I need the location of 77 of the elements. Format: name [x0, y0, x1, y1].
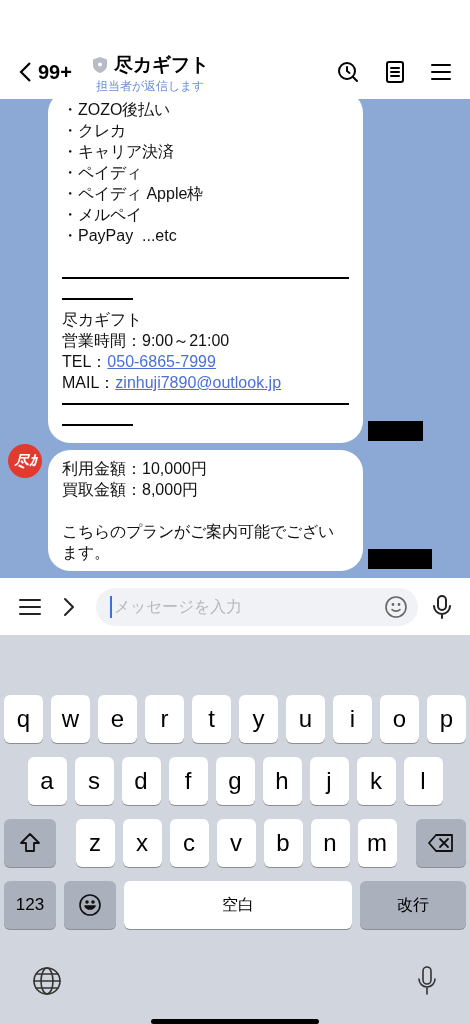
backspace-key[interactable]	[416, 818, 466, 867]
search-button[interactable]	[336, 59, 360, 84]
message-text: 利用金額：10,000円	[62, 459, 208, 480]
globe-button[interactable]	[32, 965, 62, 996]
letter-key[interactable]: m	[357, 818, 397, 867]
menu-button[interactable]	[430, 61, 452, 82]
message-field[interactable]: メッセージを入力	[96, 587, 418, 626]
contact-label: TEL：	[62, 352, 108, 373]
shift-icon	[19, 831, 41, 854]
globe-icon	[32, 965, 62, 996]
letter-key[interactable]: o	[380, 694, 419, 743]
shift-key[interactable]	[4, 818, 56, 867]
letter-key[interactable]: l	[403, 756, 443, 805]
letter-key[interactable]: h	[262, 756, 302, 805]
letter-key[interactable]: p	[427, 694, 466, 743]
search-icon	[336, 59, 360, 84]
letter-key[interactable]: c	[169, 818, 209, 867]
emoji-icon	[78, 892, 102, 917]
letter-key[interactable]: n	[310, 818, 350, 867]
menu-icon	[18, 596, 42, 617]
letter-key[interactable]: a	[27, 756, 67, 805]
dictation-button[interactable]	[416, 964, 438, 997]
letter-key[interactable]: s	[74, 756, 114, 805]
message-text: ・ペイディ	[62, 163, 143, 184]
return-key[interactable]: 改行	[360, 880, 466, 929]
letter-key[interactable]: b	[263, 818, 303, 867]
letter-key[interactable]: q	[4, 694, 43, 743]
message-text: ・キャリア決済	[62, 142, 175, 163]
contact-link[interactable]: 050-6865-7999	[107, 351, 216, 373]
letter-key[interactable]: e	[98, 694, 137, 743]
redaction-mark	[368, 549, 432, 570]
microphone-icon	[416, 964, 438, 997]
message-text: 尽カギフト	[62, 310, 143, 331]
message-text: ・ペイディ Apple枠	[62, 184, 205, 205]
letter-key[interactable]: k	[356, 756, 396, 805]
note-icon	[384, 59, 406, 84]
message-text: ・ZOZO後払い	[62, 100, 172, 121]
backspace-icon	[428, 832, 454, 853]
message-text: 買取金額：8,000円	[62, 480, 200, 501]
smiley-icon	[384, 594, 408, 619]
avatar[interactable]: 尽ｶ	[8, 444, 42, 479]
letter-key[interactable]: x	[122, 818, 162, 867]
chat-title: 尽カギフト	[113, 53, 209, 78]
chat-subtitle: 担当者が返信します	[96, 78, 205, 93]
space-key[interactable]: 空白	[124, 880, 352, 929]
chevron-right-icon	[62, 596, 76, 617]
message-text: 営業時間：9:00～21:00	[62, 331, 231, 352]
letter-key[interactable]: g	[215, 756, 255, 805]
menu-icon	[430, 61, 452, 82]
notes-button[interactable]	[384, 59, 406, 84]
letter-key[interactable]: j	[309, 756, 349, 805]
shield-icon	[91, 56, 108, 75]
letter-key[interactable]: f	[168, 756, 208, 805]
letter-key[interactable]: w	[51, 694, 90, 743]
message-text: ・クレカ	[62, 121, 127, 142]
numbers-key[interactable]: 123	[4, 880, 56, 929]
letter-key[interactable]: d	[121, 756, 161, 805]
back-icon	[18, 60, 32, 83]
letter-key[interactable]: u	[286, 694, 325, 743]
contact-label: MAIL：	[62, 373, 116, 394]
letter-key[interactable]: r	[145, 694, 184, 743]
letter-key[interactable]: t	[192, 694, 231, 743]
back-button[interactable]: 99+	[18, 56, 72, 87]
letter-key[interactable]: v	[216, 818, 256, 867]
message-text: ・メルペイ	[62, 205, 143, 226]
letter-key[interactable]: y	[239, 694, 278, 743]
microphone-icon	[432, 593, 452, 620]
voice-button[interactable]	[432, 593, 452, 620]
contact-link[interactable]: zinhuji7890@outlook.jp	[115, 372, 282, 394]
emoji-key[interactable]	[64, 880, 116, 929]
message-text: ・PayPay ...etc	[62, 226, 178, 247]
redaction-mark	[368, 421, 423, 442]
letter-key[interactable]: i	[333, 694, 372, 743]
menu-button[interactable]	[18, 596, 42, 617]
expand-button[interactable]	[62, 596, 76, 617]
message-text: こちらのプランがご案内可能でございます。	[62, 522, 335, 564]
letter-key[interactable]: z	[75, 818, 115, 867]
